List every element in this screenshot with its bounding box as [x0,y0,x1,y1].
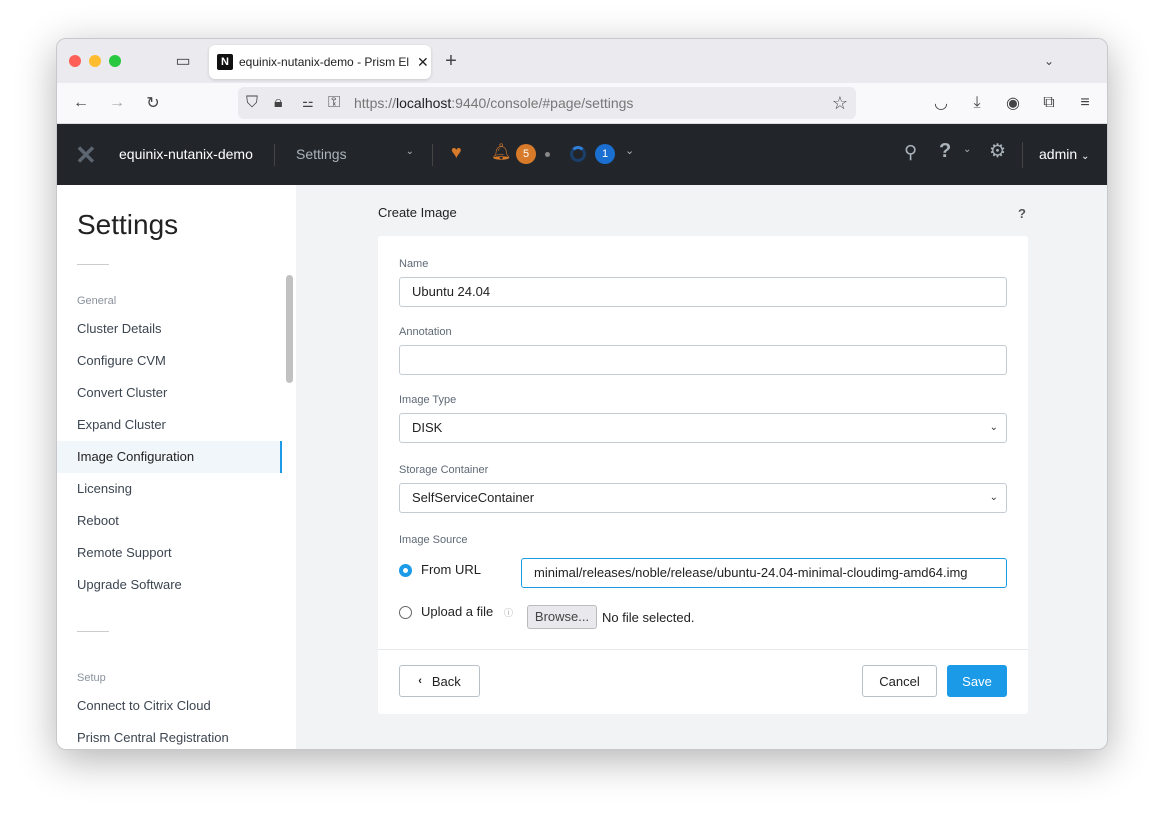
back-label: Back [431,673,461,689]
back-button[interactable]: ‹ Back [399,665,480,697]
tab-manager-icon[interactable]: ▭ [173,51,193,71]
gear-icon[interactable]: ⚙ [989,140,1006,163]
storage-container-value: SelfServiceContainer [412,490,535,505]
health-heart-icon[interactable]: ♥ [451,142,462,163]
user-chevron-icon: ⌄ [1081,151,1090,162]
annotation-input[interactable] [399,345,1007,375]
sidebar-item-remote-support[interactable]: Remote Support [57,537,282,569]
search-icon[interactable]: ⚲ [904,142,917,163]
forward-icon[interactable]: → [107,93,127,113]
image-source-label: Image Source [399,534,468,546]
from-url-radio[interactable] [399,564,412,577]
tab-list-chevron-icon[interactable]: ⌄ [1039,51,1059,71]
user-menu[interactable]: admin ⌄ [1039,146,1089,162]
sidebar-item-configure-cvm[interactable]: Configure CVM [57,345,282,377]
browse-button[interactable]: Browse... [527,605,597,629]
reload-icon[interactable]: ↻ [143,93,163,113]
permissions-icon[interactable]: ⚍ [302,95,314,111]
storage-container-label: Storage Container [399,464,489,476]
cancel-button[interactable]: Cancel [862,665,937,697]
chevron-down-icon: ⌄ [405,146,414,157]
sidebar-item-connect-citrix-cloud[interactable]: Connect to Citrix Cloud [57,690,282,722]
zoom-window-button[interactable] [109,55,121,67]
url-prefix: https:// [354,95,397,111]
sidebar-item-licensing[interactable]: Licensing [57,473,282,505]
tasks-spinner-icon[interactable] [570,146,586,162]
image-type-select[interactable]: DISK ⌄ [399,413,1007,443]
form-title: Create Image [378,205,457,220]
no-file-text: No file selected. [602,610,695,625]
help-icon[interactable]: ? [939,140,951,163]
from-url-label: From URL [421,562,481,577]
app-header: ✕ equinix-nutanix-demo Settings ⌄ ♥ 🔔︎ 5 … [57,124,1107,185]
downloads-icon[interactable]: ⤓ [967,93,987,113]
nutanix-favicon-icon: N [217,54,233,70]
help-chevron-icon[interactable]: ⌄ [963,144,971,155]
bookmark-star-icon[interactable]: ☆ [832,93,848,114]
sidebar-item-reboot[interactable]: Reboot [57,505,282,537]
create-image-form: Name Ubuntu 24.04 Annotation Image Type … [378,236,1028,714]
name-label: Name [399,258,429,270]
sidebar-item-cluster-details[interactable]: Cluster Details [57,313,282,345]
storage-container-select[interactable]: SelfServiceContainer ⌄ [399,483,1007,513]
close-tab-icon[interactable]: ✕ [417,54,429,71]
url-path: :9440/console/#page/settings [451,95,634,111]
upload-file-radio[interactable] [399,606,412,619]
chevron-down-icon: ⌄ [989,492,998,503]
sidebar-title: Settings [77,209,179,240]
url-host: localhost [396,95,452,111]
name-input[interactable]: Ubuntu 24.04 [399,277,1007,307]
browser-tab[interactable]: N equinix-nutanix-demo - Prism El ✕ [209,45,431,79]
close-window-button[interactable] [69,55,81,67]
sidebar-item-image-configuration[interactable]: Image Configuration [57,441,282,473]
tasks-count-badge[interactable]: 1 [595,144,615,164]
chevron-down-icon: ⌄ [989,422,998,433]
section-label: Settings [296,146,347,162]
section-dropdown[interactable]: Settings ⌄ [296,146,414,162]
save-button[interactable]: Save [947,665,1007,697]
annotation-label: Annotation [399,326,452,338]
image-type-label: Image Type [399,394,457,406]
sidebar-item-convert-cluster[interactable]: Convert Cluster [57,377,282,409]
sidebar-item-upgrade-software[interactable]: Upgrade Software [57,569,282,601]
account-icon[interactable]: ◉ [1003,93,1023,113]
section-setup: Setup [77,672,106,684]
shield-icon[interactable]: ⛉ [246,94,258,112]
pocket-icon[interactable]: ◡ [931,93,951,113]
help-icon[interactable]: ? [1018,206,1026,221]
tab-title: equinix-nutanix-demo - Prism El [239,55,410,69]
image-type-value: DISK [412,420,443,435]
sidebar-item-expand-cluster[interactable]: Expand Cluster [57,409,282,441]
new-tab-icon[interactable]: + [441,50,461,72]
sidebar-item-prism-central-registration[interactable]: Prism Central Registration [57,722,282,749]
minimize-window-button[interactable] [89,55,101,67]
url-input[interactable]: minimal/releases/noble/release/ubuntu-24… [521,558,1007,588]
sidebar-scrollbar[interactable] [286,275,293,383]
nav-toolbar: ← → ↻ ⛉ 🔒︎ ⚍ ⚿ https://localhost:9440/co… [57,83,1107,124]
alerts-count-badge[interactable]: 5 [516,144,536,164]
info-icon[interactable]: ⓘ [504,606,513,619]
browser-window: ▭ N equinix-nutanix-demo - Prism El ✕ + … [56,38,1108,750]
menu-icon[interactable]: ≡ [1075,93,1095,113]
user-name: admin [1039,146,1078,162]
extensions-icon[interactable]: ⧉ [1039,93,1059,113]
back-icon[interactable]: ← [71,93,91,113]
key-icon[interactable]: ⚿ [328,94,340,112]
nutanix-logo-icon[interactable]: ✕ [75,140,97,171]
upload-file-label: Upload a file [421,604,494,619]
section-general: General [77,295,117,307]
chevron-left-icon: ‹ [418,675,422,687]
insecure-lock-icon[interactable]: 🔒︎ [274,94,283,112]
tasks-chevron-icon[interactable]: ⌄ [625,144,634,157]
tab-bar: ▭ N equinix-nutanix-demo - Prism El ✕ + … [57,39,1107,83]
alerts-bell-icon[interactable]: 🔔︎ [491,142,511,162]
settings-sidebar: Settings General Cluster Details Configu… [57,185,296,749]
cluster-name: equinix-nutanix-demo [119,146,253,162]
url-bar[interactable]: ⛉ 🔒︎ ⚍ ⚿ https://localhost:9440/console/… [238,87,856,119]
